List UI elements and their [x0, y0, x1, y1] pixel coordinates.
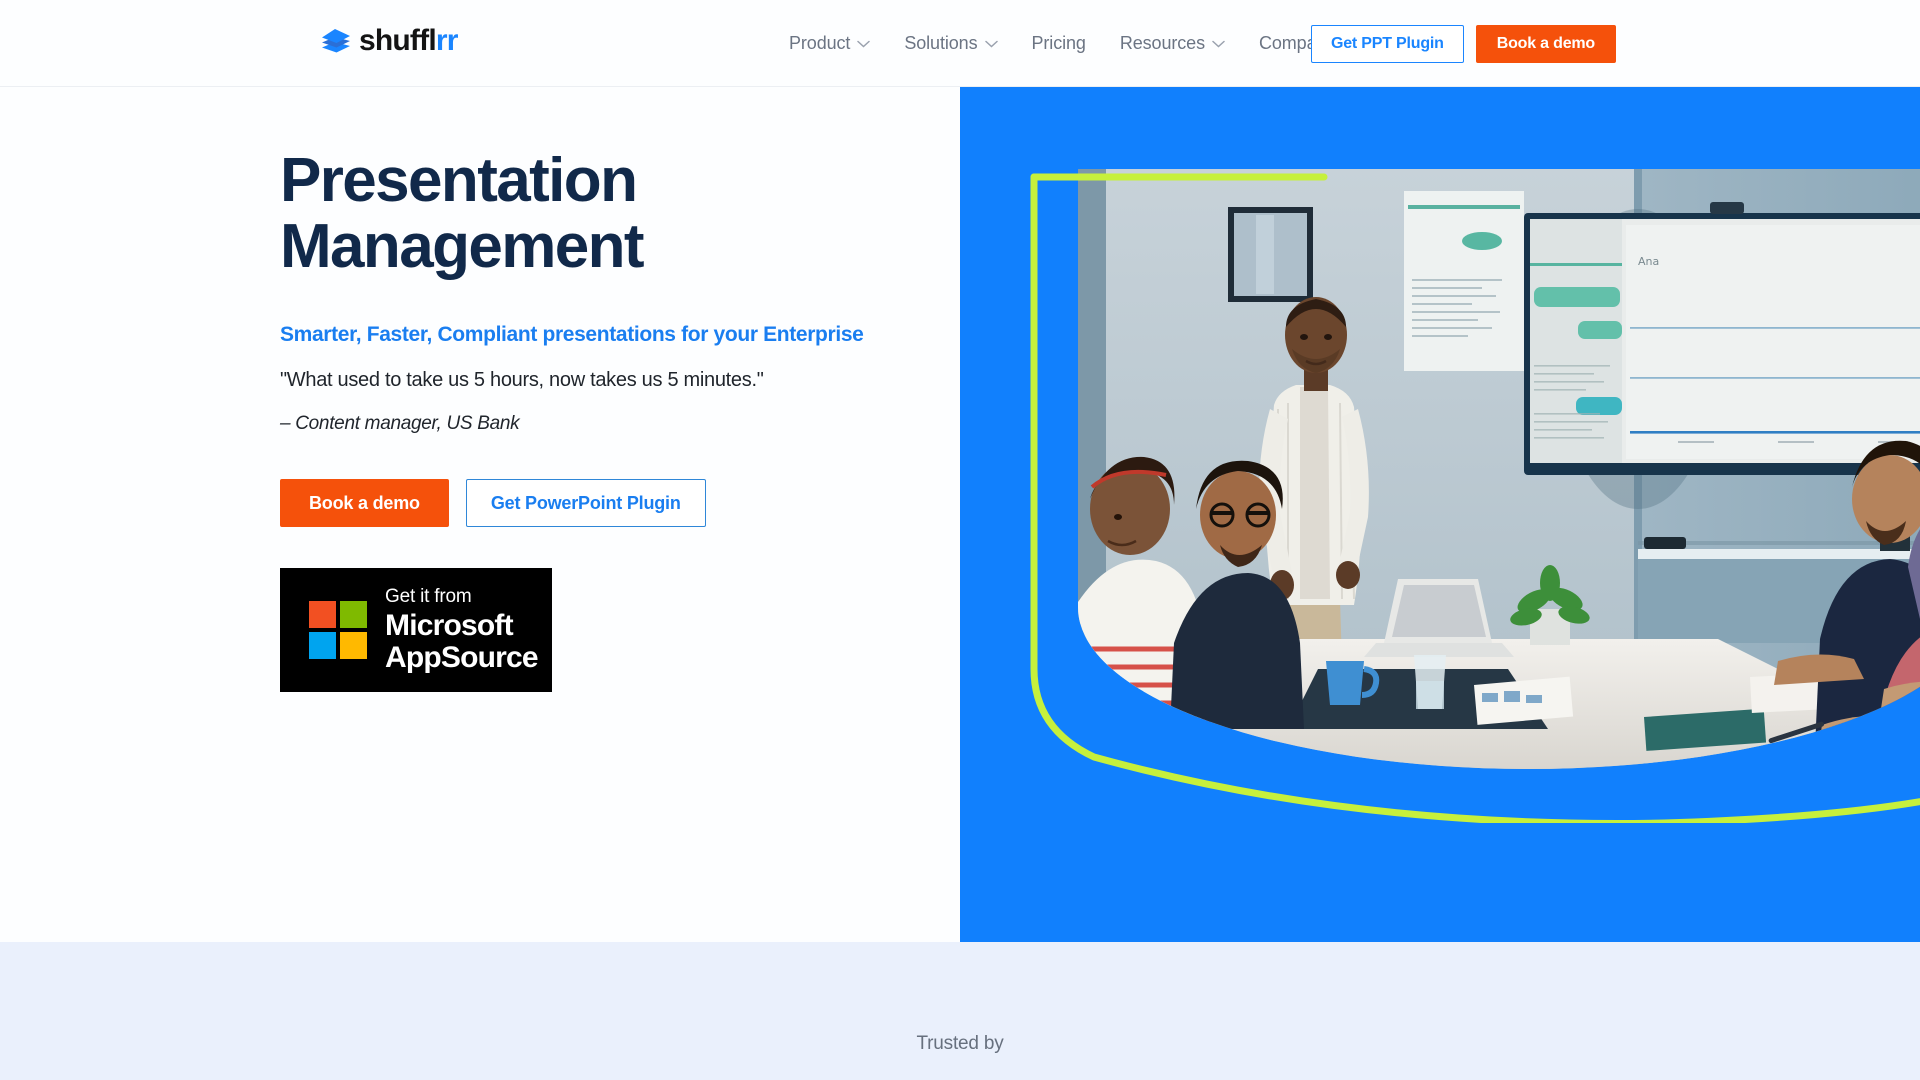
page-title: Presentation Management: [280, 146, 645, 281]
ms-square-yellow: [340, 632, 367, 659]
header-cta-group: Get PPT Plugin Book a demo: [1310, 25, 1616, 63]
site-header: shufflrr Product Solutions Pricing Resou…: [0, 0, 1920, 87]
nav-item-pricing[interactable]: Pricing: [1015, 33, 1103, 54]
hero-image: Ana: [1078, 169, 1920, 769]
logo-text-accent: rr: [435, 24, 459, 57]
trusted-by-section: Trusted by: [0, 942, 1920, 1080]
hero-quote-attribution: – Content manager, US Bank: [280, 413, 520, 434]
logo-text-dark: shuffl: [359, 24, 437, 57]
appsource-line-2: Microsoft: [385, 609, 514, 642]
nav-item-product[interactable]: Product: [772, 33, 887, 54]
hero-quote: "What used to take us 5 hours, now takes…: [280, 369, 764, 391]
chevron-down-icon: [1212, 40, 1225, 48]
appsource-line-1: Get it from: [385, 586, 472, 607]
main-navigation: Product Solutions Pricing Resources Comp…: [772, 0, 1372, 87]
microsoft-appsource-badge[interactable]: Get it from Microsoft AppSource: [280, 568, 552, 692]
ms-square-red: [309, 601, 336, 628]
svg-text:Ana: Ana: [1638, 255, 1659, 268]
logo[interactable]: shufflrr: [320, 26, 458, 56]
nav-item-label: Resources: [1119, 33, 1205, 53]
hero-media-panel: Ana: [960, 87, 1920, 942]
ms-square-blue: [309, 632, 336, 659]
chevron-down-icon: [984, 40, 998, 48]
get-ppt-plugin-button[interactable]: Get PPT Plugin: [1310, 25, 1464, 63]
trusted-by-label: Trusted by: [916, 1033, 1004, 1054]
nav-item-solutions[interactable]: Solutions: [887, 33, 1014, 54]
stacked-papers-icon: [322, 29, 350, 53]
nav-item-label: Solutions: [904, 33, 978, 53]
book-a-demo-button-hero[interactable]: Book a demo: [280, 479, 449, 527]
ms-square-green: [340, 601, 367, 628]
book-a-demo-button-header[interactable]: Book a demo: [1475, 25, 1616, 63]
nav-item-resources[interactable]: Resources: [1103, 33, 1242, 54]
appsource-line-3: AppSource: [385, 641, 539, 674]
hero-subtitle: Smarter, Faster, Compliant presentations…: [280, 323, 864, 346]
nav-item-label: Pricing: [1031, 33, 1086, 53]
hero-content: Presentation Management Smarter, Faster,…: [280, 148, 980, 692]
microsoft-logo-icon: [309, 601, 367, 659]
nav-item-label: Product: [789, 33, 851, 53]
chevron-down-icon: [857, 40, 871, 48]
meeting-room-photo: Ana: [1078, 169, 1920, 769]
get-powerpoint-plugin-button[interactable]: Get PowerPoint Plugin: [465, 479, 706, 527]
hero-cta-group: Book a demo Get PowerPoint Plugin: [280, 479, 980, 527]
appsource-text: Get it from Microsoft AppSource: [385, 586, 539, 674]
logo-text: shufflrr: [359, 26, 458, 56]
hero-section: Presentation Management Smarter, Faster,…: [0, 87, 1920, 942]
